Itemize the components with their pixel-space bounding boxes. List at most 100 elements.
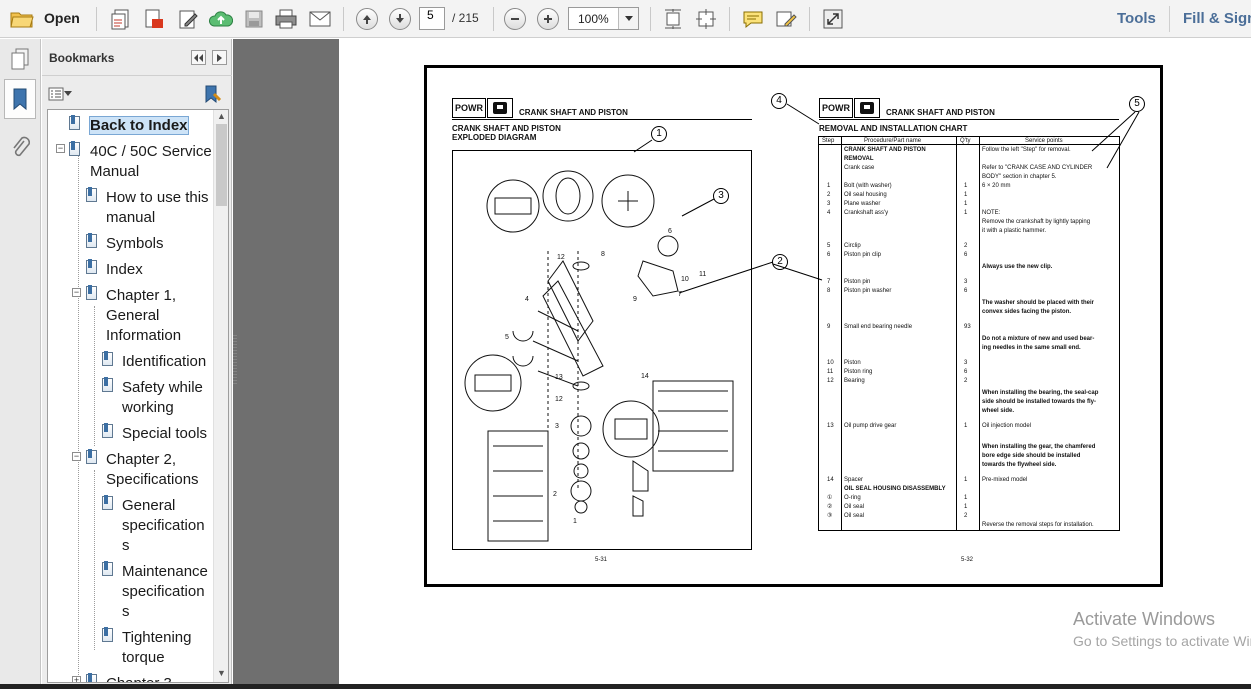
row-service: convex sides facing the piston. xyxy=(982,309,1072,315)
row-part: Crankshaft ass'y xyxy=(844,210,889,216)
row-service: When installing the bearing, the seal-ca… xyxy=(982,390,1099,396)
collapse-toggle[interactable]: − xyxy=(72,288,81,297)
row-service: wheel side. xyxy=(982,408,1015,414)
bookmark-how-to-use[interactable]: How to use this manual xyxy=(106,188,209,228)
previous-page-icon[interactable] xyxy=(354,6,380,32)
bookmark-chapter-3[interactable]: Chapter 3, xyxy=(106,674,176,682)
scrollbar-thumb[interactable] xyxy=(216,124,227,206)
bookmark-general-spec[interactable]: General specification s xyxy=(122,496,205,556)
bookmark-safety[interactable]: Safety while working xyxy=(122,378,203,418)
print-icon[interactable] xyxy=(273,6,299,32)
bookmark-label: 40C / 50C Service xyxy=(90,143,212,160)
expand-panel-icon[interactable] xyxy=(212,50,227,65)
row-qty: 1 xyxy=(964,423,968,429)
row-part: OIL SEAL HOUSING DISASSEMBLY xyxy=(844,486,946,492)
bookmark-back-to-index[interactable]: Back to Index xyxy=(89,116,189,136)
row-service: towards the flywheel side. xyxy=(982,462,1057,468)
bookmark-label: working xyxy=(122,399,174,416)
row-qty: 1 xyxy=(964,210,968,216)
bookmark-label: specification xyxy=(122,583,205,600)
row-qty: 1 xyxy=(964,183,968,189)
attachments-icon[interactable] xyxy=(5,131,35,163)
row-qty: 1 xyxy=(964,201,968,207)
row-part: Bolt (with washer) xyxy=(844,183,892,189)
row-part: REMOVAL xyxy=(844,156,874,162)
row-step: 6 xyxy=(827,252,831,258)
email-icon[interactable] xyxy=(307,6,333,32)
collapse-toggle[interactable]: − xyxy=(56,144,65,153)
chevron-down-icon[interactable] xyxy=(618,8,638,29)
bookmark-maintenance-spec[interactable]: Maintenance specification s xyxy=(122,562,208,622)
bookmark-panel-icon[interactable] xyxy=(4,79,36,119)
panel-title: Bookmarks xyxy=(49,51,115,65)
row-step: 9 xyxy=(827,324,831,330)
page-number-input[interactable]: 5 xyxy=(419,7,445,30)
zoom-select[interactable]: 100% xyxy=(568,7,639,30)
row-part: Oil seal housing xyxy=(844,192,887,198)
page-thumbnails-icon[interactable] xyxy=(5,43,35,75)
row-service: side should be installed towards the fly… xyxy=(982,399,1097,405)
bookmark-icon xyxy=(86,259,97,274)
bookmark-chapter-2[interactable]: Chapter 2, Specifications xyxy=(106,450,199,490)
row-part: Bearing xyxy=(844,378,865,384)
row-step: 13 xyxy=(827,423,834,429)
export-pdf-icon[interactable] xyxy=(141,6,167,32)
row-qty: 1 xyxy=(964,477,968,483)
bookmark-special-tools[interactable]: Special tools xyxy=(122,424,207,444)
collapse-toggle[interactable]: − xyxy=(72,452,81,461)
main-toolbar: Open 5 / 215 100% Tools Fill & Sign xyxy=(0,0,1251,38)
bookmark-icon xyxy=(102,627,113,642)
highlight-icon[interactable] xyxy=(773,6,799,32)
bookmark-label: Manual xyxy=(90,163,140,180)
bookmark-options-menu[interactable] xyxy=(48,85,74,103)
row-service: Reverse the removal steps for installati… xyxy=(982,522,1094,528)
bookmark-icon xyxy=(102,561,113,576)
zoom-in-icon[interactable] xyxy=(535,6,561,32)
next-page-icon[interactable] xyxy=(387,6,413,32)
row-step: 4 xyxy=(827,210,831,216)
bookmark-tightening-torque[interactable]: Tightening torque xyxy=(122,628,192,668)
create-pdf-icon[interactable] xyxy=(108,6,134,32)
row-service: Refer to "CRANK CASE AND CYLINDER xyxy=(982,165,1093,171)
row-qty: 93 xyxy=(964,324,971,330)
bookmark-chapter-1[interactable]: Chapter 1, General Information xyxy=(106,286,181,346)
row-part: Spacer xyxy=(844,477,864,483)
fullscreen-icon[interactable] xyxy=(820,6,846,32)
bookmark-service-manual[interactable]: 40C / 50C Service Manual xyxy=(90,142,212,182)
zoom-value: 100% xyxy=(578,12,609,26)
fit-page-icon[interactable] xyxy=(660,6,686,32)
row-step: ③ xyxy=(827,513,833,519)
open-folder-icon[interactable] xyxy=(8,6,36,32)
edit-icon[interactable] xyxy=(175,6,201,32)
col-service: Service points xyxy=(1025,138,1063,144)
row-service: bore edge side should be installed xyxy=(982,453,1081,459)
bookmark-label: manual xyxy=(106,209,156,226)
scroll-up-icon[interactable]: ▲ xyxy=(217,111,226,121)
comment-icon[interactable] xyxy=(740,6,766,32)
fit-width-icon[interactable] xyxy=(693,6,719,32)
save-icon[interactable] xyxy=(241,6,267,32)
row-step: 11 xyxy=(827,369,834,375)
document-view[interactable]: POWR CRANK SHAFT AND PISTON CRANK SHAFT … xyxy=(339,39,1251,686)
panel-splitter[interactable] xyxy=(233,335,237,385)
bookmark-symbols[interactable]: Symbols xyxy=(106,234,164,254)
row-step: 3 xyxy=(827,201,831,207)
bookmark-label: Chapter 2, xyxy=(106,451,177,468)
collapse-panel-icon[interactable] xyxy=(191,50,206,65)
bookmark-index[interactable]: Index xyxy=(106,260,143,280)
bookmark-icon xyxy=(102,495,113,510)
expand-toggle[interactable]: + xyxy=(72,676,81,682)
bookmarks-scrollbar[interactable]: ▲ ▼ xyxy=(213,110,228,682)
fill-sign-link[interactable]: Fill & Sign xyxy=(1183,10,1251,27)
page-number-left: 5-31 xyxy=(595,557,608,563)
row-qty: 6 xyxy=(964,252,968,258)
bookmark-label: torque xyxy=(122,649,165,666)
bookmark-identification[interactable]: Identification xyxy=(122,352,206,372)
tools-link[interactable]: Tools xyxy=(1117,10,1156,27)
scroll-down-icon[interactable]: ▼ xyxy=(217,668,226,678)
row-qty: 1 xyxy=(964,495,968,501)
new-bookmark-icon[interactable] xyxy=(202,84,222,104)
zoom-out-icon[interactable] xyxy=(502,6,528,32)
upload-icon[interactable] xyxy=(208,6,234,32)
open-button[interactable]: Open xyxy=(44,10,80,26)
